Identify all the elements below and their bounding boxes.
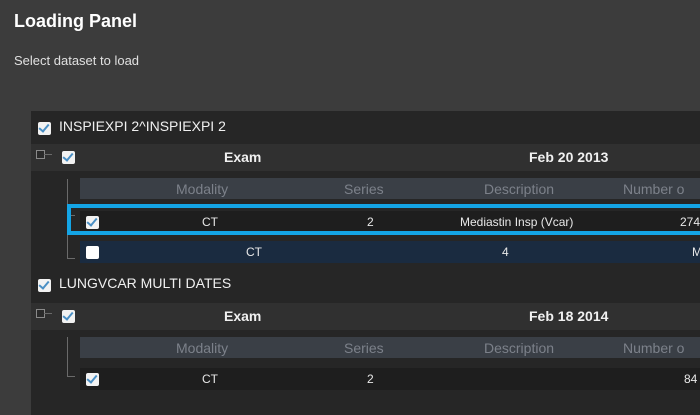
series-row[interactable]: CT 2 84: [80, 368, 700, 390]
column-number: Number o: [623, 339, 685, 356]
tree-connector: [67, 376, 75, 377]
exam-date: Feb 18 2014: [529, 308, 609, 324]
tree-connector: [44, 154, 52, 155]
panel-subtitle: Select dataset to load: [14, 53, 140, 68]
series-image-count: M: [692, 245, 700, 259]
series-modality: CT: [202, 372, 218, 386]
series-checkbox[interactable]: [86, 246, 99, 259]
tree-connector: [44, 313, 52, 314]
panel-title: Loading Panel: [14, 11, 138, 31]
series-modality: CT: [246, 245, 262, 259]
patient-checkbox[interactable]: [38, 122, 51, 135]
series-image-count: 84: [684, 372, 698, 386]
column-series: Series: [344, 339, 384, 356]
patient-name: LUNGVCAR MULTI DATES: [59, 275, 232, 291]
patient-row[interactable]: LUNGVCAR MULTI DATES: [31, 268, 700, 300]
column-modality: Modality: [176, 339, 229, 356]
column-description: Description: [484, 180, 555, 197]
exam-row[interactable]: Exam Feb 20 2013: [31, 144, 700, 171]
patient-row[interactable]: INSPIEXPI 2^INSPIEXPI 2: [31, 111, 700, 143]
tree-connector: [67, 258, 75, 259]
exam-checkbox[interactable]: [62, 151, 75, 164]
selected-row-highlight: [67, 204, 700, 235]
series-number: 4: [502, 245, 509, 259]
exam-date: Feb 20 2013: [529, 149, 609, 165]
column-modality: Modality: [176, 180, 229, 197]
exam-label: Exam: [224, 308, 262, 324]
column-series: Series: [344, 180, 384, 197]
series-checkbox[interactable]: [86, 373, 99, 386]
series-row[interactable]: CT 4 M: [80, 241, 700, 263]
dataset-tree: INSPIEXPI 2^INSPIEXPI 2 Exam Feb 20 2013…: [31, 111, 700, 415]
series-number: 2: [367, 372, 374, 386]
patient-checkbox[interactable]: [38, 279, 51, 292]
exam-row[interactable]: Exam Feb 18 2014: [31, 303, 700, 330]
series-column-header: Modality Series Description Number o: [80, 178, 700, 199]
series-column-header: Modality Series Description Number o: [80, 337, 700, 358]
column-description: Description: [484, 339, 555, 356]
tree-connector: [67, 337, 68, 377]
column-number: Number o: [623, 180, 685, 197]
patient-name: INSPIEXPI 2^INSPIEXPI 2: [59, 118, 226, 134]
exam-label: Exam: [224, 149, 262, 165]
exam-checkbox[interactable]: [62, 310, 75, 323]
